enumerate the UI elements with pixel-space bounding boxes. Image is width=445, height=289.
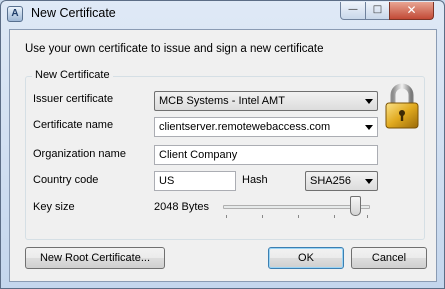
country-code-label: Country code [33,174,99,186]
chevron-down-icon [365,125,373,130]
maximize-button[interactable]: □ [365,2,390,20]
issuer-certificate-value: MCB Systems - Intel AMT [159,95,285,107]
slider-tick [298,215,299,218]
minimize-button[interactable]: — [340,2,366,20]
certificate-name-value: clientserver.remotewebaccess.com [159,121,331,133]
key-size-slider-thumb[interactable] [349,196,361,216]
title-bar[interactable]: A New Certificate — □ ✕ [1,1,444,29]
slider-tick [334,215,335,218]
hash-value: SHA256 [310,175,351,187]
slider-tick [226,215,227,218]
chevron-down-icon [365,179,373,184]
key-size-label: Key size [33,201,75,213]
organization-name-input[interactable]: Client Company [154,145,378,165]
app-icon: A [7,6,23,22]
lock-icon [385,83,419,129]
dialog-body: Use your own certificate to issue and si… [9,29,437,282]
cancel-button[interactable]: Cancel [351,247,427,269]
ok-button[interactable]: OK [268,247,344,269]
key-size-value: 2048 Bytes [154,201,210,213]
certificate-name-combo[interactable]: clientserver.remotewebaccess.com [154,117,378,137]
chevron-down-icon [365,99,373,104]
key-size-slider-track[interactable] [223,205,370,209]
group-legend: New Certificate [32,69,113,81]
certificate-name-label: Certificate name [33,119,114,131]
new-certificate-group: New Certificate Issuer certificate MCB S… [25,69,425,240]
window-title: New Certificate [31,6,116,20]
organization-name-label: Organization name [33,148,126,160]
issuer-certificate-select[interactable]: MCB Systems - Intel AMT [154,91,378,111]
hash-select[interactable]: SHA256 [305,171,378,191]
slider-tick [262,215,263,218]
new-root-certificate-button[interactable]: New Root Certificate... [25,247,165,269]
country-code-input[interactable]: US [154,171,236,191]
issuer-certificate-label: Issuer certificate [33,93,114,105]
slider-tick [367,215,368,218]
intro-text: Use your own certificate to issue and si… [25,43,324,55]
dialog-window: A New Certificate — □ ✕ Use your own cer… [0,0,445,289]
hash-label: Hash [242,174,268,186]
close-button[interactable]: ✕ [389,2,434,20]
